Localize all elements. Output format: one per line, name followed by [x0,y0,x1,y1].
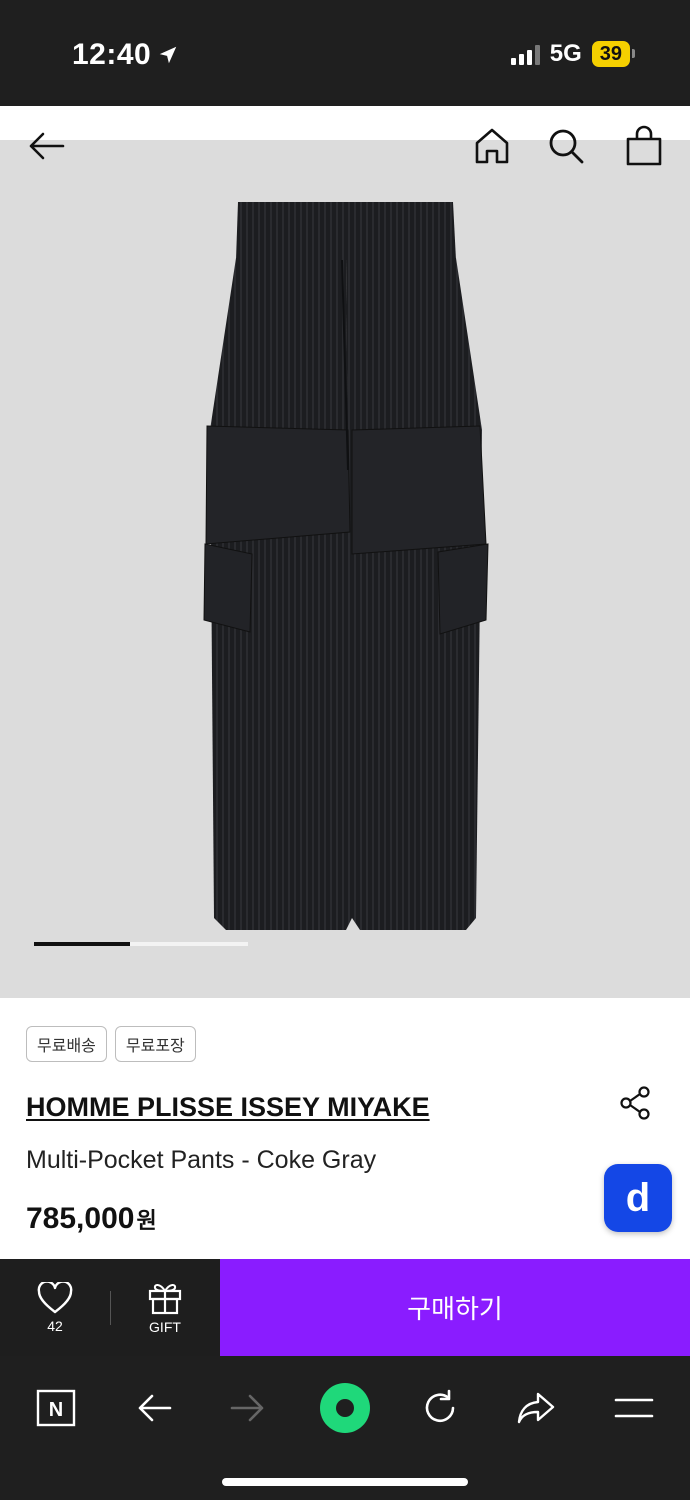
product-name: Multi-Pocket Pants - Coke Gray [26,1146,377,1174]
floating-d-button[interactable]: d [604,1164,672,1232]
signal-icon [510,43,540,65]
tag-free-wrapping: 무료포장 [114,1026,196,1062]
svg-text:N: N [49,1399,63,1421]
like-button[interactable]: 42 [0,1259,110,1356]
price-unit: 원 [136,1209,157,1234]
purchase-bar: 42 GIFT 구매하기 [0,1259,690,1356]
arrow-right-icon [230,1394,264,1422]
home-indicator [222,1478,468,1486]
buy-button[interactable]: 구매하기 [220,1259,690,1356]
status-time: 12:40 [72,38,179,72]
refresh-icon [425,1389,455,1423]
product-image [203,202,489,930]
browser-forward-button[interactable] [218,1378,278,1438]
record-button[interactable] [315,1378,375,1438]
status-bar: 12:40 5G 39 [0,0,690,106]
share-icon [620,1086,650,1120]
arrow-left-icon [29,132,65,160]
search-button[interactable] [546,126,586,166]
carousel-progress-bar [34,942,248,946]
like-count: 42 [47,1317,63,1334]
menu-button[interactable] [604,1378,664,1438]
naver-home-button[interactable]: N [26,1378,86,1438]
heart-icon [37,1281,73,1313]
product-image-carousel[interactable] [0,140,690,998]
arrow-left-icon [138,1394,172,1422]
refresh-button[interactable] [410,1378,470,1438]
gift-label: GIFT [149,1318,181,1335]
gift-button[interactable]: GIFT [110,1259,220,1356]
record-icon [320,1383,370,1433]
brand-link[interactable]: HOMME PLISSE ISSEY MIYAKE [26,1092,430,1123]
location-arrow-icon [159,46,177,64]
tag-free-shipping: 무료배송 [26,1026,107,1062]
share-page-button[interactable] [506,1378,566,1438]
network-label: 5G [549,40,582,67]
battery-icon: 39 [591,41,636,67]
d-logo-icon: d [625,1175,651,1220]
hamburger-menu-icon [614,1398,654,1418]
carousel-progress-fill [34,942,131,946]
home-icon [475,128,509,164]
cart-button[interactable] [622,124,666,168]
browser-back-button[interactable] [124,1378,184,1438]
price: 785,000 원 [26,1202,157,1236]
price-value: 785,000 [26,1202,135,1235]
share-button[interactable] [618,1086,652,1125]
benefit-tags: 무료배송 무료포장 [26,1026,196,1062]
search-icon [549,129,584,164]
status-indicators: 5G 39 [510,40,636,68]
home-button[interactable] [472,126,512,166]
share-arrow-icon [517,1392,555,1424]
gift-icon [148,1283,182,1314]
top-nav [0,106,690,140]
naver-logo-icon: N [36,1389,76,1427]
time-text: 12:40 [72,38,152,71]
shopping-bag-icon [626,125,662,166]
back-button[interactable] [26,126,66,166]
